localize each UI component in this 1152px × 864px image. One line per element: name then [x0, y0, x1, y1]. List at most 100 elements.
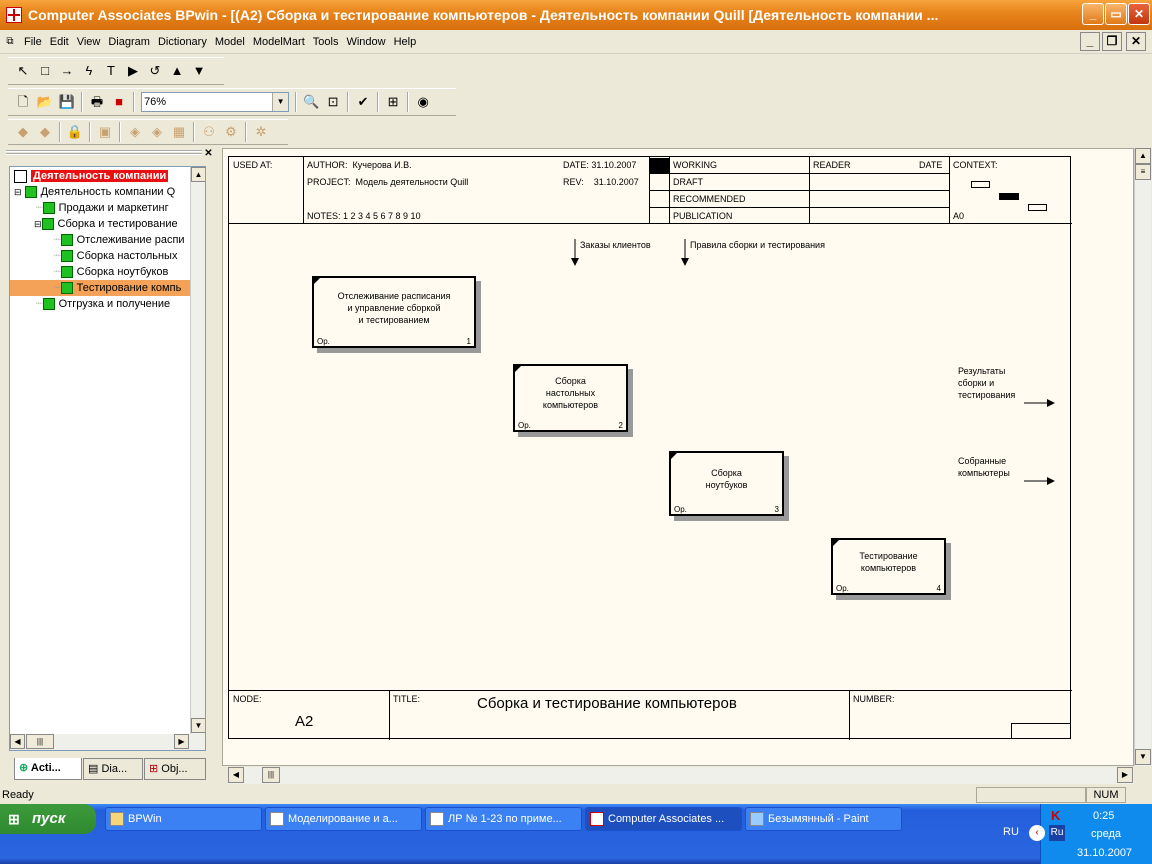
menu-modelmart[interactable]: ModelMart — [249, 30, 309, 54]
tree-vertical-scrollbar[interactable]: ▲ ▼ — [190, 167, 205, 734]
mm-open-icon[interactable]: ◈ — [124, 121, 146, 143]
pointer-tool-icon[interactable]: ↖ — [12, 60, 34, 82]
go-to-child-icon[interactable]: ▶ — [122, 60, 144, 82]
menu-diagram[interactable]: Diagram — [104, 30, 154, 54]
mm-security-icon[interactable]: ⚙ — [220, 121, 242, 143]
minimize-button[interactable]: _ — [1082, 3, 1104, 25]
squiggle-tool-icon[interactable]: ϟ — [78, 60, 100, 82]
scroll-thumb[interactable]: ||| — [262, 767, 280, 783]
mm-library-icon[interactable]: ▣ — [94, 121, 116, 143]
print-icon[interactable]: 🖶 — [86, 91, 108, 113]
tab-diagrams[interactable]: ▤ Dia... — [83, 758, 143, 780]
menu-tools[interactable]: Tools — [309, 30, 343, 54]
mm-grid-icon[interactable]: ▦ — [168, 121, 190, 143]
scroll-up-icon[interactable]: ▲ — [191, 167, 205, 182]
save-icon[interactable]: 💾 — [56, 91, 78, 113]
document-icon[interactable]: ⧉ — [0, 31, 20, 53]
activity-box-3[interactable]: Сборка ноутбуков Op. 3 — [669, 451, 784, 516]
scroll-thumb[interactable]: ≡ — [1135, 164, 1151, 180]
zoom-fit-icon[interactable]: ⊡ — [322, 91, 344, 113]
scroll-left-icon[interactable]: ◀ — [228, 767, 244, 783]
mdi-close-button[interactable]: ✕ — [1126, 32, 1146, 51]
mm-disconnect-icon[interactable]: ◆ — [34, 121, 56, 143]
taskbar-item[interactable]: Моделирование и а... — [265, 807, 422, 831]
tree-item[interactable]: ⊟ Деятельность компании Q — [14, 184, 175, 200]
open-folder-icon[interactable]: 📂 — [34, 91, 56, 113]
tab-activities[interactable]: ⊕ Acti... — [14, 758, 82, 780]
arrow-label-customer-orders[interactable]: Заказы клиентов — [580, 239, 651, 251]
arrow-tool-icon[interactable]: → — [56, 60, 78, 82]
taskbar-item-active[interactable]: Computer Associates ... — [585, 807, 742, 831]
tree-root[interactable]: Деятельность компании — [14, 168, 169, 184]
scroll-left-icon[interactable]: ◀ — [10, 734, 25, 749]
tree-item-label: Тестирование компь — [76, 282, 182, 294]
new-file-icon[interactable]: 🗋 — [12, 91, 34, 113]
spellcheck-icon[interactable]: ✔ — [352, 91, 374, 113]
go-to-sibling-icon[interactable]: ↺ — [144, 60, 166, 82]
text-tool-icon[interactable]: T — [100, 60, 122, 82]
arrow-label-assembled-computers[interactable]: Собранные компьютеры — [958, 455, 1010, 479]
start-button[interactable]: ⊞ пуск — [0, 804, 96, 834]
tree-item[interactable]: ┈ Сборка настольных — [54, 248, 177, 264]
activity-box-4[interactable]: Тестирование компьютеров Op. 4 — [831, 538, 946, 595]
close-button[interactable]: ✕ — [1128, 3, 1150, 25]
keyboard-layout-icon[interactable]: Ru — [1049, 825, 1065, 841]
lock-icon[interactable]: 🔒 — [64, 121, 86, 143]
scroll-right-icon[interactable]: ▶ — [174, 734, 189, 749]
chevron-down-icon[interactable]: ▼ — [272, 93, 289, 111]
taskbar-item[interactable]: ЛР № 1-23 по приме... — [425, 807, 582, 831]
menu-view[interactable]: View — [73, 30, 105, 54]
arrow-label-results[interactable]: Результаты сборки и тестирования — [958, 365, 1015, 401]
tree-item[interactable]: ┈ Отгрузка и получение — [36, 296, 170, 312]
menu-help[interactable]: Help — [390, 30, 421, 54]
tree-item[interactable]: ┈ Отслеживание распи — [54, 232, 185, 248]
zoom-select[interactable]: 76% ▼ — [141, 92, 290, 112]
menu-file[interactable]: File — [20, 30, 46, 54]
window-title-bar[interactable]: Computer Associates BPwin - [(A2) Сборка… — [0, 0, 1152, 30]
scroll-thumb[interactable]: ||| — [26, 734, 54, 749]
scroll-right-icon[interactable]: ▶ — [1117, 767, 1133, 783]
mdi-restore-button[interactable]: ❐ — [1102, 32, 1122, 51]
tree-item[interactable]: ┈ Продажи и маркетинг — [36, 200, 169, 216]
canvas-vertical-scrollbar[interactable]: ▲ ≡ ▼ — [1134, 148, 1151, 766]
tree-horizontal-scrollbar[interactable]: ◀ ||| ▶ — [10, 734, 205, 750]
taskbar-item[interactable]: Безымянный - Paint — [745, 807, 902, 831]
antivirus-icon[interactable]: K — [1051, 808, 1060, 823]
menu-window[interactable]: Window — [342, 30, 389, 54]
mm-bug-icon[interactable]: ✲ — [250, 121, 272, 143]
panel-grip[interactable] — [6, 150, 202, 155]
activity-box-2[interactable]: Сборка настольных компьютеров Op. 2 — [513, 364, 628, 432]
activity-tree: Деятельность компании ⊟ Деятельность ком… — [9, 166, 206, 751]
mdi-minimize-button[interactable]: _ — [1080, 32, 1100, 51]
go-to-parent-icon[interactable]: ▲ — [166, 60, 188, 82]
scroll-down-icon[interactable]: ▼ — [191, 718, 205, 733]
menu-edit[interactable]: Edit — [46, 30, 73, 54]
scroll-down-icon[interactable]: ▼ — [1135, 749, 1151, 765]
mm-users-icon[interactable]: ⚇ — [198, 121, 220, 143]
mm-merge-icon[interactable]: ◈ — [146, 121, 168, 143]
modelmart-icon[interactable]: ◉ — [412, 91, 434, 113]
app-icon[interactable] — [6, 7, 22, 23]
clock-time[interactable]: 0:25 — [1093, 810, 1114, 822]
model-explorer-icon[interactable]: ⊞ — [382, 91, 404, 113]
panel-close-icon[interactable]: ✕ — [202, 148, 215, 160]
chevron-left-icon[interactable]: ‹ — [1029, 825, 1045, 841]
tree-item-selected[interactable]: ┈ Тестирование компь — [10, 280, 190, 296]
activity-box-1[interactable]: Отслеживание расписания и управление сбо… — [312, 276, 476, 348]
zoom-in-icon[interactable]: 🔍 — [300, 91, 322, 113]
color-icon[interactable]: ■ — [108, 91, 130, 113]
language-indicator[interactable]: RU — [1003, 826, 1019, 838]
tree-item[interactable]: ⊟ Сборка и тестирование — [34, 216, 178, 232]
arrow-label-assembly-rules[interactable]: Правила сборки и тестирования — [690, 239, 825, 251]
box-tool-icon[interactable]: □ — [34, 60, 56, 82]
go-down-icon[interactable]: ▼ — [188, 60, 210, 82]
menu-dictionary[interactable]: Dictionary — [154, 30, 211, 54]
scroll-up-icon[interactable]: ▲ — [1135, 148, 1151, 164]
menu-model[interactable]: Model — [211, 30, 249, 54]
maximize-button[interactable]: ▭ — [1105, 3, 1127, 25]
tree-item[interactable]: ┈ Сборка ноутбуков — [54, 264, 168, 280]
taskbar-item[interactable]: BPWin — [105, 807, 262, 831]
canvas-horizontal-scrollbar[interactable]: ◀ ||| ▶ — [228, 767, 1134, 784]
tab-objects[interactable]: ⊞ Obj... — [144, 758, 206, 780]
mm-connect-icon[interactable]: ◆ — [12, 121, 34, 143]
